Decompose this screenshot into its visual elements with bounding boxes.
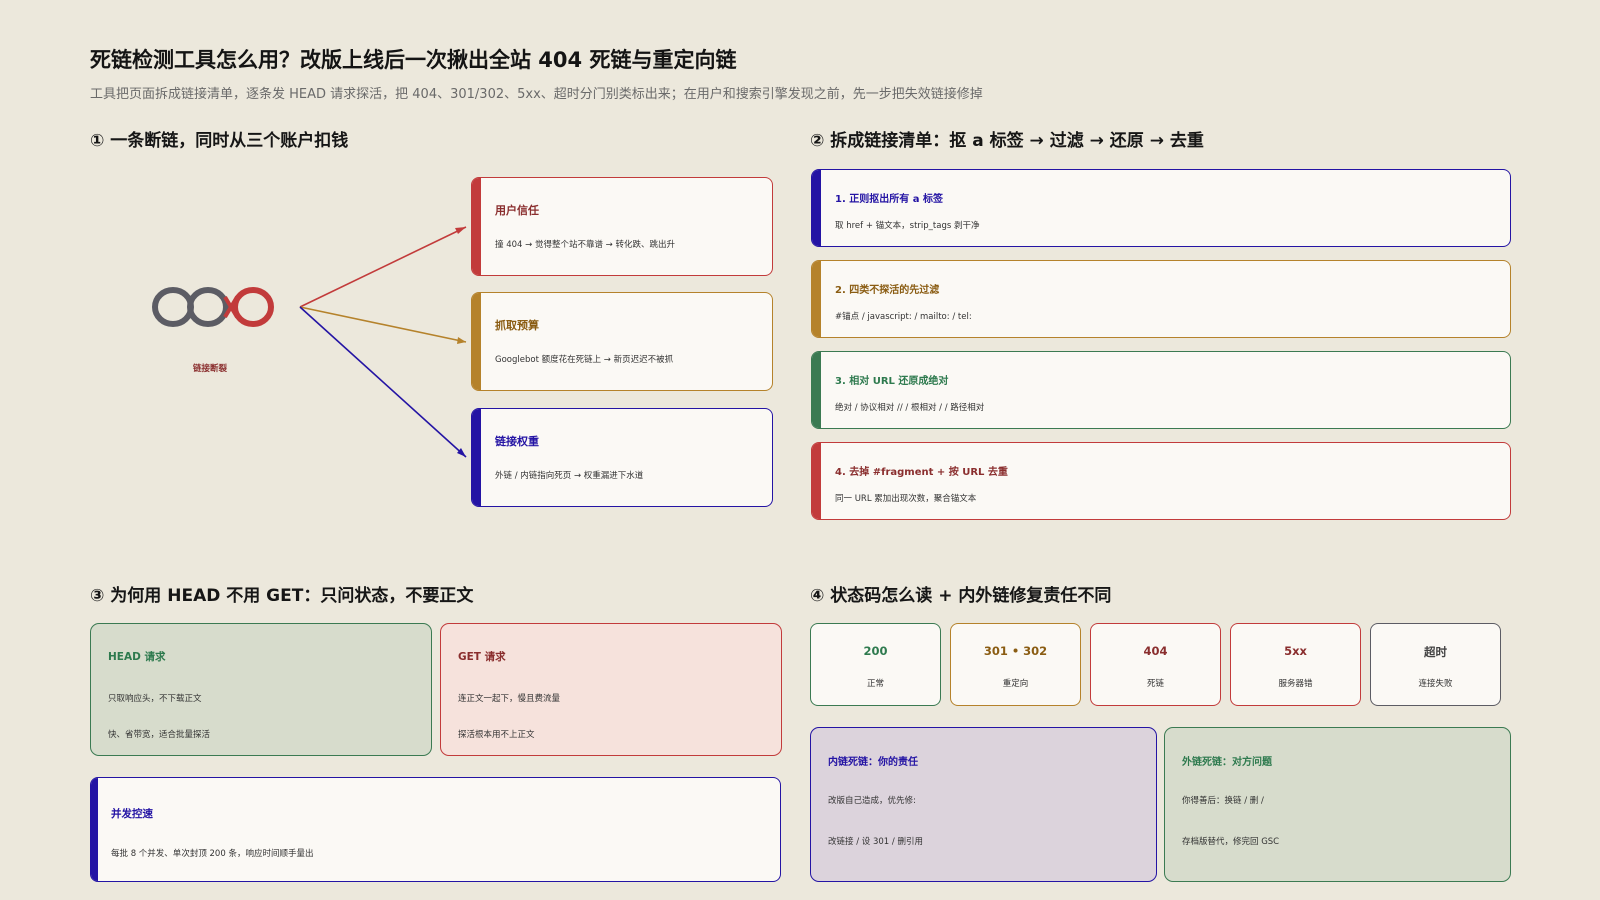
section1-title: ① 一条断链，同时从三个账户扣钱: [90, 131, 349, 151]
head-request-title: HEAD 请求: [108, 651, 166, 663]
arrow-to-link-equity: [299, 306, 467, 458]
get-request-title: GET 请求: [458, 651, 506, 663]
step-desc: #锚点 / javascript: / mailto: / tel:: [835, 312, 972, 322]
head-request-card: HEAD 请求 只取响应头，不下载正文 快、省带宽，适合批量探活: [90, 623, 432, 756]
internal-deadlink-card: 内链死链：你的责任 改版自己造成，优先修: 改链接 / 设 301 / 删引用: [810, 727, 1157, 882]
internal-deadlink-line: 改版自己造成，优先修:: [828, 796, 916, 806]
card-link-equity: 链接权重 外链 / 内链指向死页 → 权重漏进下水道: [471, 408, 773, 507]
arrow-to-user-trust: [299, 226, 467, 308]
card-desc: 外链 / 内链指向死页 → 权重漏进下水道: [495, 471, 644, 481]
section3-title: ③ 为何用 HEAD 不用 GET：只问状态，不要正文: [90, 586, 474, 606]
head-request-line: 只取响应头，不下载正文: [108, 694, 202, 704]
step-title: 1. 正则抠出所有 a 标签: [835, 194, 943, 205]
step-desc: 取 href + 锚文本，strip_tags 剥干净: [835, 221, 980, 231]
internal-deadlink-title: 内链死链：你的责任: [828, 757, 918, 768]
status-code-200: 200 正常: [810, 623, 941, 706]
card-accent-bar: [472, 178, 481, 275]
step-filter: 2. 四类不探活的先过滤 #锚点 / javascript: / mailto:…: [811, 260, 1511, 338]
card-accent-bar: [472, 293, 481, 390]
card-title: 链接权重: [495, 435, 539, 448]
status-code: 404: [1143, 644, 1168, 658]
chain-label: 链接断裂: [192, 364, 227, 374]
status-label: 死链: [1146, 679, 1164, 689]
section2-title: ② 拆成链接清单：抠 a 标签 → 过滤 → 还原 → 去重: [810, 131, 1204, 151]
concurrency-card: 并发控速 每批 8 个并发、单次封顶 200 条，响应时间顺手量出: [90, 777, 781, 882]
status-label: 正常: [866, 679, 884, 689]
step-title: 4. 去掉 #fragment + 按 URL 去重: [835, 467, 1008, 478]
step-desc: 同一 URL 累加出现次数，聚合锚文本: [835, 494, 977, 504]
step-resolve-url: 3. 相对 URL 还原成绝对 绝对 / 协议相对 // / 根相对 / / 路…: [811, 351, 1511, 429]
step-title: 3. 相对 URL 还原成绝对: [835, 376, 949, 387]
status-code-timeout: 超时 连接失败: [1370, 623, 1501, 706]
step-dedupe: 4. 去掉 #fragment + 按 URL 去重 同一 URL 累加出现次数…: [811, 442, 1511, 520]
concurrency-desc: 每批 8 个并发、单次封顶 200 条，响应时间顺手量出: [111, 849, 314, 859]
external-deadlink-title: 外链死链：对方问题: [1182, 757, 1272, 768]
card-crawl-budget: 抓取预算 Googlebot 额度花在死链上 → 新页迟迟不被抓: [471, 292, 773, 391]
status-code: 5xx: [1284, 644, 1307, 658]
arrow-head-crawl-budget: [457, 337, 466, 344]
status-label: 连接失败: [1418, 679, 1453, 689]
card-title: 用户信任: [495, 204, 539, 217]
status-code-5xx: 5xx 服务器错: [1230, 623, 1361, 706]
get-request-line: 连正文一起下，慢且费流量: [458, 694, 561, 704]
step-title: 2. 四类不探活的先过滤: [835, 285, 940, 296]
internal-deadlink-line: 改链接 / 设 301 / 删引用: [828, 837, 923, 847]
status-code: 301 • 302: [983, 644, 1048, 658]
concurrency-title: 并发控速: [111, 808, 153, 820]
arrow-to-crawl-budget: [299, 306, 467, 343]
status-code-404: 404 死链: [1090, 623, 1221, 706]
status-code: 超时: [1424, 645, 1447, 659]
get-request-line: 探活根本用不上正文: [458, 730, 535, 740]
step-accent-bar: [812, 443, 821, 519]
card-title: 抓取预算: [495, 319, 539, 332]
broken-chain-icon: [152, 287, 274, 327]
concurrency-accent-bar: [91, 778, 98, 881]
head-request-line: 快、省带宽，适合批量探活: [108, 730, 211, 740]
step-accent-bar: [812, 352, 821, 428]
external-deadlink-line: 存档版替代，修完回 GSC: [1182, 837, 1280, 847]
step-desc: 绝对 / 协议相对 // / 根相对 / / 路径相对: [835, 403, 985, 413]
page-title: 死链检测工具怎么用？改版上线后一次揪出全站 404 死链与重定向链: [90, 48, 737, 72]
card-accent-bar: [472, 409, 481, 506]
impact-arrows-overlay: [299, 226, 467, 458]
external-deadlink-card: 外链死链：对方问题 你得善后：换链 / 删 / 存档版替代，修完回 GSC: [1164, 727, 1511, 882]
card-desc: 撞 404 → 觉得整个站不靠谱 → 转化跌、跳出升: [495, 240, 675, 250]
card-user-trust: 用户信任 撞 404 → 觉得整个站不靠谱 → 转化跌、跳出升: [471, 177, 773, 276]
status-code: 200: [863, 644, 888, 658]
status-label: 重定向: [1002, 679, 1029, 689]
step-accent-bar: [812, 170, 821, 246]
get-request-card: GET 请求 连正文一起下，慢且费流量 探活根本用不上正文: [440, 623, 782, 756]
card-desc: Googlebot 额度花在死链上 → 新页迟迟不被抓: [495, 355, 674, 365]
step-extract-anchors: 1. 正则抠出所有 a 标签 取 href + 锚文本，strip_tags 剥…: [811, 169, 1511, 247]
status-label: 服务器错: [1278, 679, 1313, 689]
page-subtitle: 工具把页面拆成链接清单，逐条发 HEAD 请求探活，把 404、301/302、…: [90, 87, 983, 102]
status-code-301-302: 301 • 302 重定向: [950, 623, 1081, 706]
external-deadlink-line: 你得善后：换链 / 删 /: [1182, 796, 1264, 806]
section4-title: ④ 状态码怎么读 + 内外链修复责任不同: [810, 586, 1112, 606]
arrow-head-user-trust: [455, 227, 466, 234]
step-accent-bar: [812, 261, 821, 337]
